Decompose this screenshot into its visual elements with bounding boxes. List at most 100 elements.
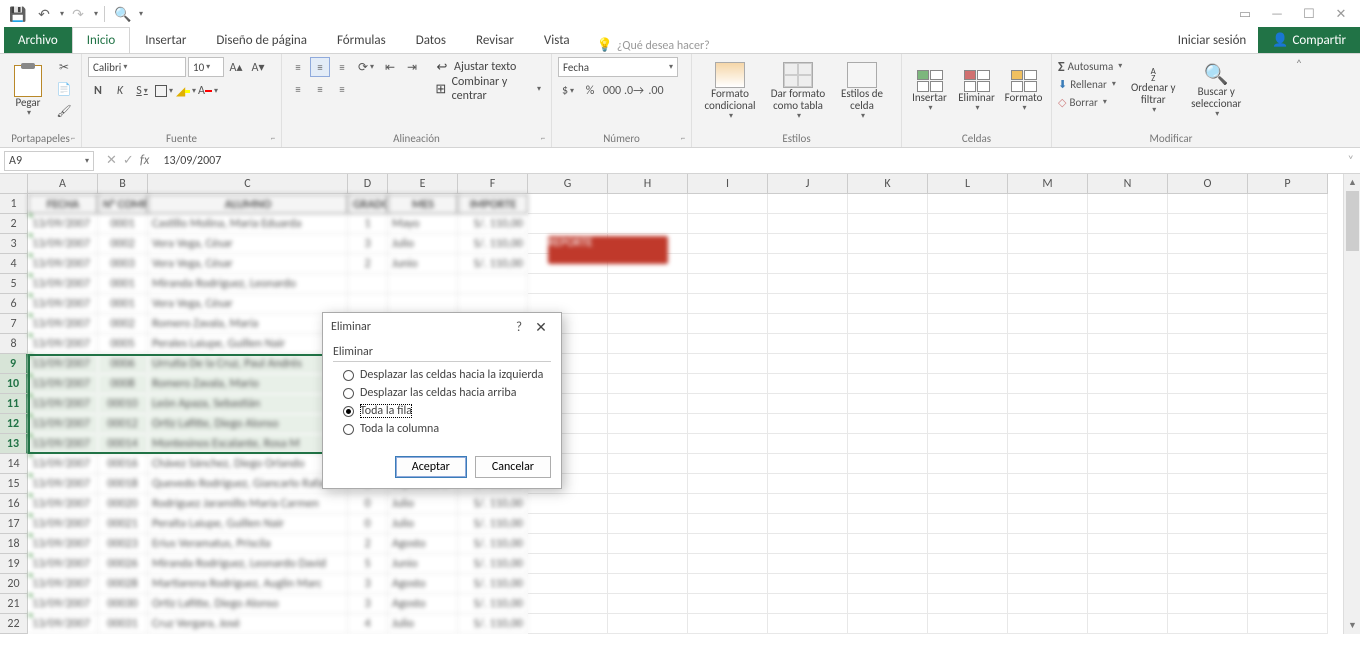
cell[interactable] bbox=[848, 254, 928, 274]
cell[interactable]: Miranda Rodriguez, Leonardo bbox=[148, 274, 348, 294]
cell[interactable] bbox=[1248, 314, 1328, 334]
cell[interactable] bbox=[1168, 434, 1248, 454]
maximize-icon[interactable]: ☐ bbox=[1296, 3, 1322, 25]
row-header[interactable]: 17 bbox=[0, 514, 28, 534]
column-headers[interactable]: ABCDEFGHIJKLMNOP bbox=[28, 174, 1328, 194]
cell[interactable] bbox=[848, 434, 928, 454]
cell[interactable] bbox=[1168, 214, 1248, 234]
cell[interactable] bbox=[1168, 274, 1248, 294]
cell[interactable]: Erius Veramatus, Priscila bbox=[148, 534, 348, 554]
cell[interactable] bbox=[688, 374, 768, 394]
cell[interactable] bbox=[1088, 394, 1168, 414]
fill-button[interactable]: ⬇Rellenar▾ bbox=[1058, 75, 1122, 93]
cell[interactable] bbox=[1168, 534, 1248, 554]
cell[interactable] bbox=[1088, 614, 1168, 634]
undo-dropdown-icon[interactable]: ▾ bbox=[60, 9, 64, 19]
cell[interactable] bbox=[1088, 214, 1168, 234]
cell[interactable]: 00030 bbox=[98, 594, 148, 614]
tab-vista[interactable]: Vista bbox=[529, 27, 585, 53]
cell[interactable] bbox=[688, 574, 768, 594]
row-header[interactable]: 15 bbox=[0, 474, 28, 494]
cell[interactable]: Peralta Laiupe, Guillen Nair bbox=[148, 514, 348, 534]
scroll-thumb[interactable] bbox=[1346, 191, 1359, 251]
cell[interactable] bbox=[608, 554, 688, 574]
delete-cells-button[interactable]: Eliminar▾ bbox=[955, 57, 998, 125]
cell[interactable] bbox=[688, 274, 768, 294]
cell[interactable]: 3 bbox=[348, 594, 388, 614]
cell[interactable]: Mayo bbox=[388, 214, 458, 234]
conditional-format-button[interactable]: Formato condicional▾ bbox=[698, 57, 762, 125]
cell[interactable] bbox=[1008, 234, 1088, 254]
vertical-horizontal-align[interactable]: ≡≡≡ ≡≡≡ bbox=[288, 57, 352, 99]
cell[interactable] bbox=[1248, 554, 1328, 574]
cell[interactable] bbox=[688, 534, 768, 554]
undo-icon[interactable]: ↶ bbox=[32, 2, 56, 26]
cell[interactable]: Montesinos Escalante, Rosa M bbox=[148, 434, 348, 454]
cell[interactable]: Perales Laiupe, Guillen Nair bbox=[148, 334, 348, 354]
cell[interactable] bbox=[928, 234, 1008, 254]
cell[interactable] bbox=[928, 294, 1008, 314]
cell[interactable] bbox=[1248, 294, 1328, 314]
cell[interactable] bbox=[528, 294, 608, 314]
cell[interactable]: 13/09/2007 bbox=[28, 294, 98, 314]
help-icon[interactable]: ? bbox=[509, 320, 529, 335]
cell[interactable] bbox=[688, 394, 768, 414]
column-header[interactable]: G bbox=[528, 174, 608, 193]
cell[interactable] bbox=[928, 574, 1008, 594]
cell[interactable]: 13/09/2007 bbox=[28, 614, 98, 634]
cell[interactable] bbox=[1088, 454, 1168, 474]
cell[interactable]: Junio bbox=[388, 554, 458, 574]
row-header[interactable]: 12 bbox=[0, 414, 28, 434]
cell[interactable] bbox=[1248, 574, 1328, 594]
italic-button[interactable]: K bbox=[110, 81, 130, 101]
paste-button[interactable]: Pegar ▾ bbox=[6, 57, 50, 125]
cell[interactable] bbox=[848, 374, 928, 394]
cell[interactable] bbox=[1168, 354, 1248, 374]
row-header[interactable]: 20 bbox=[0, 574, 28, 594]
cell[interactable]: 13/09/2007 bbox=[28, 554, 98, 574]
cell[interactable]: 0 bbox=[348, 494, 388, 514]
cell[interactable]: 00010 bbox=[98, 394, 148, 414]
cell[interactable] bbox=[608, 194, 688, 214]
cell[interactable]: 00031 bbox=[98, 614, 148, 634]
tell-me-search[interactable]: 💡 ¿Qué desea hacer? bbox=[597, 38, 710, 53]
accounting-format-icon[interactable]: $▾ bbox=[558, 81, 578, 101]
cell[interactable]: 2 bbox=[348, 534, 388, 554]
cell[interactable] bbox=[1168, 514, 1248, 534]
cell[interactable] bbox=[608, 434, 688, 454]
cell[interactable]: ALUMNO bbox=[148, 194, 348, 214]
clear-button[interactable]: ◇Borrar▾ bbox=[1058, 93, 1122, 111]
column-header[interactable]: N bbox=[1088, 174, 1168, 193]
cell[interactable] bbox=[1168, 554, 1248, 574]
cell[interactable] bbox=[608, 414, 688, 434]
cell[interactable]: 13/09/2007 bbox=[28, 434, 98, 454]
column-header[interactable]: L bbox=[928, 174, 1008, 193]
cell[interactable] bbox=[688, 234, 768, 254]
column-header[interactable]: H bbox=[608, 174, 688, 193]
cell[interactable] bbox=[1168, 374, 1248, 394]
cell[interactable] bbox=[768, 574, 848, 594]
cell[interactable] bbox=[458, 294, 528, 314]
percent-format-icon[interactable]: % bbox=[580, 81, 600, 101]
cell[interactable]: Rodriguez Jaramillo María Carmen bbox=[148, 494, 348, 514]
cell[interactable]: Miranda Rodriguez, Leonardo David bbox=[148, 554, 348, 574]
cell[interactable] bbox=[928, 494, 1008, 514]
cell[interactable] bbox=[1008, 414, 1088, 434]
cell[interactable]: Chávez Sánchez, Diego Orlando bbox=[148, 454, 348, 474]
cell[interactable] bbox=[1008, 294, 1088, 314]
cell[interactable] bbox=[768, 594, 848, 614]
cell[interactable]: 0002 bbox=[98, 314, 148, 334]
cell[interactable] bbox=[1008, 274, 1088, 294]
decrease-indent-icon[interactable]: ⇤ bbox=[380, 57, 400, 77]
cell[interactable] bbox=[1008, 554, 1088, 574]
cell[interactable] bbox=[1008, 594, 1088, 614]
cell[interactable]: Martiarena Rodriguez, Auglin Marc bbox=[148, 574, 348, 594]
dialog-titlebar[interactable]: Eliminar ? ✕ bbox=[323, 313, 561, 341]
cell[interactable] bbox=[768, 454, 848, 474]
cell[interactable]: S/. 110,00 bbox=[458, 214, 528, 234]
cell[interactable] bbox=[608, 494, 688, 514]
enter-formula-icon[interactable]: ✓ bbox=[123, 153, 134, 168]
cell[interactable] bbox=[608, 374, 688, 394]
increase-font-icon[interactable]: A▴ bbox=[226, 57, 246, 77]
cell[interactable] bbox=[688, 494, 768, 514]
